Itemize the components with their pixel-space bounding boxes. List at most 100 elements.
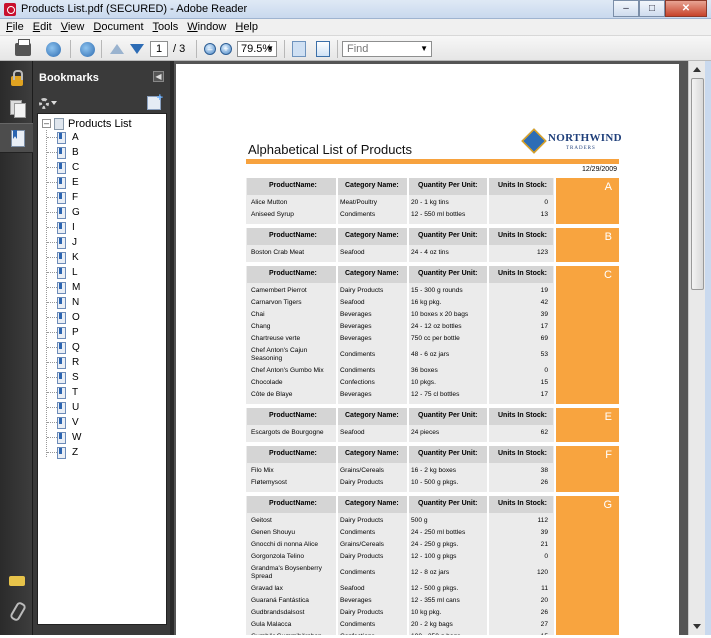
previous-page-button[interactable] [108,40,126,58]
find-input[interactable]: Find ▼ [342,41,432,57]
product-name: Chef Anton's Cajun Seasoning [251,347,308,362]
tree-connector [47,362,57,363]
bookmark-item[interactable]: C [47,160,79,175]
bookmark-item[interactable]: B [47,145,79,160]
zoom-in-button[interactable]: + [219,40,233,58]
close-button[interactable]: ✕ [665,0,707,17]
menu-help[interactable]: Help [235,19,258,35]
units-in-stock: 21 [540,541,548,548]
tree-connector [47,137,57,138]
bookmark-item[interactable]: M [47,280,80,295]
security-lock-icon[interactable] [8,69,26,87]
bookmark-icon [57,401,66,414]
bookmarks-title: Bookmarks [39,72,99,84]
bookmark-icon [57,356,66,369]
sign-button[interactable] [77,40,97,58]
bookmark-item[interactable]: U [47,400,79,415]
minimize-button[interactable]: – [613,0,639,17]
logo-subtext: TRADERS [566,146,596,151]
share-button[interactable] [40,40,66,58]
scroll-up-icon[interactable] [693,67,701,72]
menu-file[interactable]: File [6,19,24,35]
product-name: Grandma's Boysenberry Spread [251,565,322,580]
tree-connector [47,377,57,378]
print-button[interactable] [13,38,33,58]
menu-document[interactable]: Document [93,19,143,35]
bookmark-item[interactable]: L [47,265,78,280]
bookmark-item[interactable]: J [47,235,77,250]
menu-window[interactable]: Window [187,19,226,35]
bookmark-item[interactable]: I [47,220,75,235]
bookmark-options-button[interactable] [39,97,57,109]
category-name: Seafood [340,299,365,306]
quantity-per-unit: 10 - 500 g pkgs. [411,479,459,486]
product-name: Gumbär Gummibärchen [251,633,322,635]
quantity-per-unit: 10 kg pkg. [411,609,442,616]
bookmark-item[interactable]: S [47,370,79,385]
menu-tools[interactable]: Tools [153,19,179,35]
quantity-per-unit: 16 - 2 kg boxes [411,467,457,474]
quantity-per-unit: 10 pkgs. [411,379,436,386]
group-letter: B [604,231,612,243]
bookmark-item[interactable]: F [47,190,78,205]
tree-connector [47,422,57,423]
table-row: Gumbär Gummibärchen Confections 100 - 250 … [246,631,554,635]
quantity-per-unit: 15 - 300 g rounds [411,287,463,294]
category-name: Beverages [340,391,372,398]
bookmark-icon [57,446,66,459]
bookmark-item[interactable]: A [47,130,79,145]
bookmark-icon [57,311,66,324]
next-page-button[interactable] [128,40,146,58]
bookmark-item[interactable]: E [47,175,79,190]
column-header: ProductName: [269,182,317,189]
bookmark-item-label: E [72,177,79,188]
fit-page-button[interactable] [289,40,309,58]
comment-icon[interactable] [8,573,26,591]
category-name: Condiments [340,569,376,576]
column-header: Quantity Per Unit: [418,182,478,189]
category-name: Condiments [340,367,376,374]
scroll-thumb[interactable] [691,78,704,290]
bookmark-item[interactable]: W [47,430,81,445]
collapse-toggle[interactable]: – [42,119,51,128]
bookmark-icon [57,431,66,444]
bookmark-item[interactable]: G [47,205,80,220]
bookmark-item[interactable]: V [47,415,79,430]
column-header: ProductName: [269,450,317,457]
chevron-down-icon[interactable]: ▼ [420,42,428,56]
menu-view[interactable]: View [61,19,85,35]
column-header: Category Name: [345,450,399,457]
attachment-clip-icon[interactable] [8,601,26,619]
product-name: Chai [251,311,265,318]
bookmark-icon [57,176,66,189]
vertical-scrollbar[interactable] [688,61,705,635]
bookmark-item[interactable]: R [47,355,79,370]
group-letter: A [604,181,612,193]
bookmark-item-label: L [72,267,78,278]
table-row: Chartreuse verte Beverages 750 cc per bott… [246,333,554,345]
category-name: Condiments [340,211,376,218]
collapse-panel-button[interactable]: ◀ [153,71,164,82]
page-number-input[interactable]: 1 [150,41,168,57]
menu-edit[interactable]: Edit [33,19,52,35]
units-in-stock: 62 [540,429,548,436]
bookmark-item[interactable]: Z [47,445,78,460]
bookmark-item[interactable]: Q [47,340,80,355]
bookmarks-icon[interactable] [8,129,26,147]
category-name: Dairy Products [340,287,384,294]
scroll-down-icon[interactable] [693,624,701,629]
table-row: Carnarvon Tigers Seafood 16 kg pkg. 42 [246,297,554,309]
bookmark-item[interactable]: P [47,325,79,340]
pages-icon[interactable] [8,99,26,118]
new-bookmark-button[interactable] [147,92,163,110]
bookmark-item[interactable]: T [47,385,78,400]
report-title: Alphabetical List of Products [248,142,413,157]
zoom-out-button[interactable]: – [203,40,217,58]
bookmark-item[interactable]: K [47,250,79,265]
bookmark-item[interactable]: O [47,310,80,325]
maximize-button[interactable]: □ [639,0,665,17]
bookmark-root[interactable]: – Products List [42,117,132,130]
zoom-level-select[interactable]: 79.5% ▼ [237,41,277,57]
fit-width-button[interactable] [313,40,333,58]
bookmark-item[interactable]: N [47,295,79,310]
